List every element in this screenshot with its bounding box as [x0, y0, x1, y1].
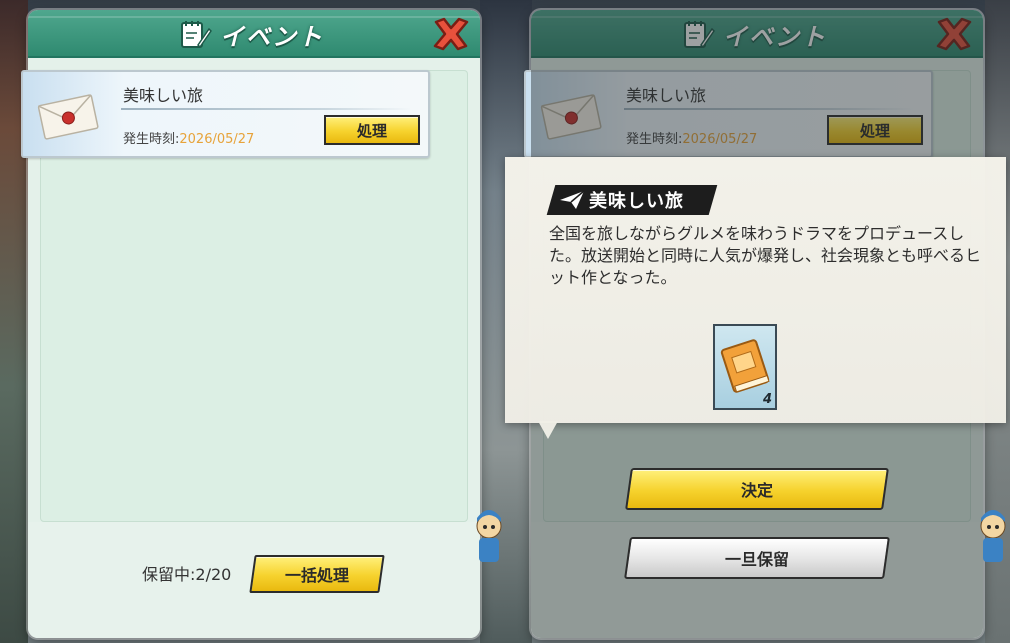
event-detail-popup: 美味しい旅 全国を旅しながらグルメを味わうドラマをプロデュースした。放送開始と同… — [505, 157, 1006, 423]
bulk-process-label: 一括処理 — [284, 566, 349, 585]
mascot-icon — [980, 510, 1006, 562]
process-button[interactable]: 処理 — [324, 115, 420, 145]
decide-button[interactable]: 決定 — [625, 468, 889, 510]
panel-title: イベント — [220, 22, 324, 51]
event-card[interactable]: 美味しい旅 発生時刻:2026/05/27 処理 — [21, 70, 430, 158]
popup-tail — [538, 421, 558, 439]
process-button-label: 処理 — [356, 121, 387, 140]
hold-button[interactable]: 一旦保留 — [624, 537, 890, 579]
decide-label: 決定 — [740, 481, 773, 500]
paper-plane-icon — [560, 190, 585, 209]
reward-item[interactable]: 4 — [713, 324, 777, 410]
date-value: 2026/05/27 — [179, 132, 255, 147]
bulk-process-button[interactable]: 一括処理 — [249, 555, 385, 593]
event-title: 美味しい旅 — [123, 86, 204, 105]
envelope-icon — [37, 94, 99, 140]
event-meta: 発生時刻:2026/05/27 — [123, 128, 254, 147]
popup-description: 全国を旅しながらグルメを味わうドラマをプロデュースした。放送開始と同時に人気が爆… — [549, 224, 982, 287]
popup-title-tag: 美味しい旅 — [546, 185, 718, 215]
date-label: 発生時刻: — [123, 132, 180, 147]
popup-title: 美味しい旅 — [589, 191, 684, 212]
close-button[interactable] — [430, 14, 472, 54]
hold-label: 一旦保留 — [724, 550, 789, 569]
mascot-icon — [476, 510, 502, 562]
notepad-icon — [181, 21, 212, 49]
pending-count: 保留中:2/20 — [142, 565, 232, 584]
close-icon — [433, 17, 469, 51]
item-count: 4 — [762, 392, 772, 407]
divider — [121, 108, 411, 110]
title-group: イベント — [178, 16, 324, 52]
panel-header: イベント — [28, 10, 480, 58]
